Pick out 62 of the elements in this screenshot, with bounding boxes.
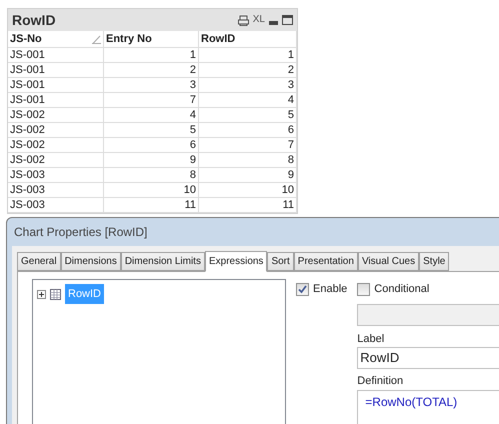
conditional-label: Conditional <box>374 282 430 297</box>
maximize-icon[interactable] <box>282 15 293 25</box>
table-icon <box>50 288 61 300</box>
table-cell: JS-001 <box>8 63 104 78</box>
table-cell: 7 <box>104 93 199 108</box>
tab[interactable]: Expressions <box>204 251 268 272</box>
printer-icon[interactable] <box>238 14 249 26</box>
dialog-title: Chart Properties [RowID] <box>14 224 148 241</box>
table-cell: JS-001 <box>8 48 104 63</box>
tab[interactable]: Dimensions <box>60 252 121 271</box>
table-cell: 7 <box>199 138 297 153</box>
column-header[interactable]: RowID <box>199 31 297 48</box>
label-caption: Label <box>357 332 386 346</box>
column-header[interactable]: Entry No <box>104 31 199 48</box>
table-cell: JS-003 <box>8 183 104 198</box>
table-cell: 11 <box>104 198 199 213</box>
tab[interactable]: Style <box>419 252 450 271</box>
tab[interactable]: Presentation <box>294 252 358 271</box>
table-cell: 3 <box>104 78 199 93</box>
table-cell: 9 <box>199 168 297 183</box>
panel-title: RowID <box>12 10 56 30</box>
checkmark-icon <box>298 284 307 294</box>
definition-field[interactable]: =RowNo(TOTAL) <box>357 390 499 424</box>
enable-checkbox[interactable] <box>296 282 309 296</box>
table-cell: 10 <box>104 183 199 198</box>
table-cell: JS-002 <box>8 153 104 168</box>
sort-indicator-icon <box>92 34 101 44</box>
table-cell: 10 <box>199 183 297 198</box>
table-cell: 8 <box>104 168 199 183</box>
table-cell: JS-001 <box>8 78 104 93</box>
condition-field[interactable] <box>357 304 499 326</box>
table-cell: 9 <box>104 153 199 168</box>
excel-export-button[interactable]: XL <box>252 15 265 25</box>
table-cell: 1 <box>104 48 199 63</box>
table-cell: JS-001 <box>8 93 104 108</box>
table-cell: 2 <box>104 63 199 78</box>
table-cell: JS-003 <box>8 168 104 183</box>
expand-toggle[interactable] <box>37 290 46 298</box>
table-cell: 4 <box>104 108 199 123</box>
table-cell: 1 <box>199 48 297 63</box>
tab[interactable]: Dimension Limits <box>120 252 205 271</box>
table-cell: 5 <box>104 123 199 138</box>
table-cell: 5 <box>199 108 297 123</box>
table-cell: JS-002 <box>8 108 104 123</box>
table-cell: 2 <box>199 63 297 78</box>
enable-label: Enable <box>313 282 348 297</box>
label-field[interactable]: RowID <box>357 347 499 369</box>
table-cell: 6 <box>199 123 297 138</box>
tab[interactable]: Sort <box>267 252 294 271</box>
tab[interactable]: General <box>17 252 61 271</box>
column-header[interactable]: JS-No <box>8 31 104 48</box>
table-cell: JS-002 <box>8 138 104 153</box>
definition-caption: Definition <box>357 374 404 389</box>
table-cell: 4 <box>199 93 297 108</box>
tab[interactable]: Visual Cues <box>358 252 420 271</box>
conditional-checkbox[interactable] <box>357 282 370 296</box>
table-cell: JS-003 <box>8 198 104 213</box>
table-cell: 11 <box>199 198 297 213</box>
table-cell: 6 <box>104 138 199 153</box>
table-cell: JS-002 <box>8 123 104 138</box>
table-cell: 3 <box>199 78 297 93</box>
table-cell: 8 <box>199 153 297 168</box>
